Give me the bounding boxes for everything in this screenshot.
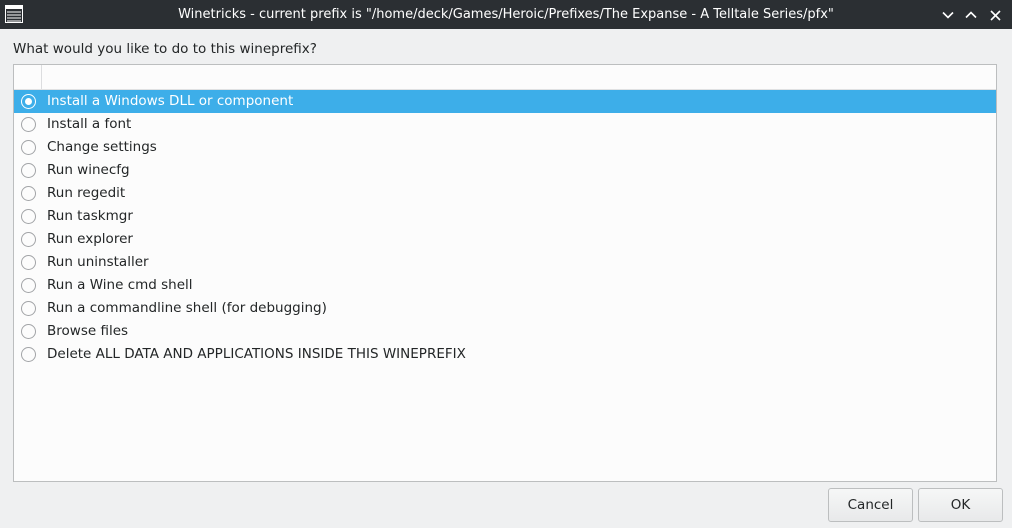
option-label: Run regedit xyxy=(47,185,126,201)
list-item[interactable]: Change settings xyxy=(14,136,996,159)
option-label: Browse files xyxy=(47,323,129,339)
close-button[interactable] xyxy=(985,5,1005,25)
minimize-button[interactable] xyxy=(938,5,958,25)
list-item[interactable]: Run winecfg xyxy=(14,159,996,182)
option-label: Run a commandline shell (for debugging) xyxy=(47,300,327,316)
list-item[interactable]: Run explorer xyxy=(14,228,996,251)
option-label: Run winecfg xyxy=(47,162,130,178)
list-header-label-column[interactable] xyxy=(42,65,996,89)
list-item[interactable]: Browse files xyxy=(14,320,996,343)
options-list[interactable]: Install a Windows DLL or component Insta… xyxy=(13,64,997,482)
option-label: Install a font xyxy=(47,116,132,132)
list-item[interactable]: Run regedit xyxy=(14,182,996,205)
maximize-chevron-icon xyxy=(965,11,977,19)
radio-button[interactable] xyxy=(21,347,36,362)
list-item[interactable]: Run a commandline shell (for debugging) xyxy=(14,297,996,320)
winetricks-window: Winetricks - current prefix is "/home/de… xyxy=(0,0,1012,528)
minimize-chevron-icon xyxy=(942,11,954,19)
list-item[interactable]: Install a font xyxy=(14,113,996,136)
radio-button[interactable] xyxy=(21,209,36,224)
list-header xyxy=(14,65,996,90)
cancel-button[interactable]: Cancel xyxy=(828,488,913,522)
ok-button[interactable]: OK xyxy=(918,488,1003,522)
radio-dot-icon xyxy=(25,98,32,105)
list-item[interactable]: Install a Windows DLL or component xyxy=(14,90,996,113)
radio-button[interactable] xyxy=(21,278,36,293)
list-item[interactable]: Run uninstaller xyxy=(14,251,996,274)
option-label: Install a Windows DLL or component xyxy=(47,93,294,109)
option-label: Run explorer xyxy=(47,231,133,247)
option-label: Run a Wine cmd shell xyxy=(47,277,193,293)
radio-button[interactable] xyxy=(21,140,36,155)
radio-button[interactable] xyxy=(21,117,36,132)
radio-button[interactable] xyxy=(21,255,36,270)
title-bar[interactable]: Winetricks - current prefix is "/home/de… xyxy=(0,0,1012,29)
close-icon xyxy=(989,9,1001,21)
radio-button[interactable] xyxy=(21,186,36,201)
radio-button[interactable] xyxy=(21,301,36,316)
radio-button[interactable] xyxy=(21,163,36,178)
maximize-button[interactable] xyxy=(961,5,981,25)
option-label: Run uninstaller xyxy=(47,254,149,270)
radio-button[interactable] xyxy=(21,94,36,109)
option-label: Run taskmgr xyxy=(47,208,133,224)
list-item[interactable]: Run a Wine cmd shell xyxy=(14,274,996,297)
radio-button[interactable] xyxy=(21,232,36,247)
option-label: Change settings xyxy=(47,139,157,155)
list-item[interactable]: Run taskmgr xyxy=(14,205,996,228)
list-header-radio-column[interactable] xyxy=(14,65,42,89)
list-item[interactable]: Delete ALL DATA AND APPLICATIONS INSIDE … xyxy=(14,343,996,366)
window-title: Winetricks - current prefix is "/home/de… xyxy=(178,7,834,22)
radio-button[interactable] xyxy=(21,324,36,339)
option-rows: Install a Windows DLL or component Insta… xyxy=(14,90,996,366)
prompt-label: What would you like to do to this winepr… xyxy=(13,41,317,57)
option-label: Delete ALL DATA AND APPLICATIONS INSIDE … xyxy=(47,346,466,362)
